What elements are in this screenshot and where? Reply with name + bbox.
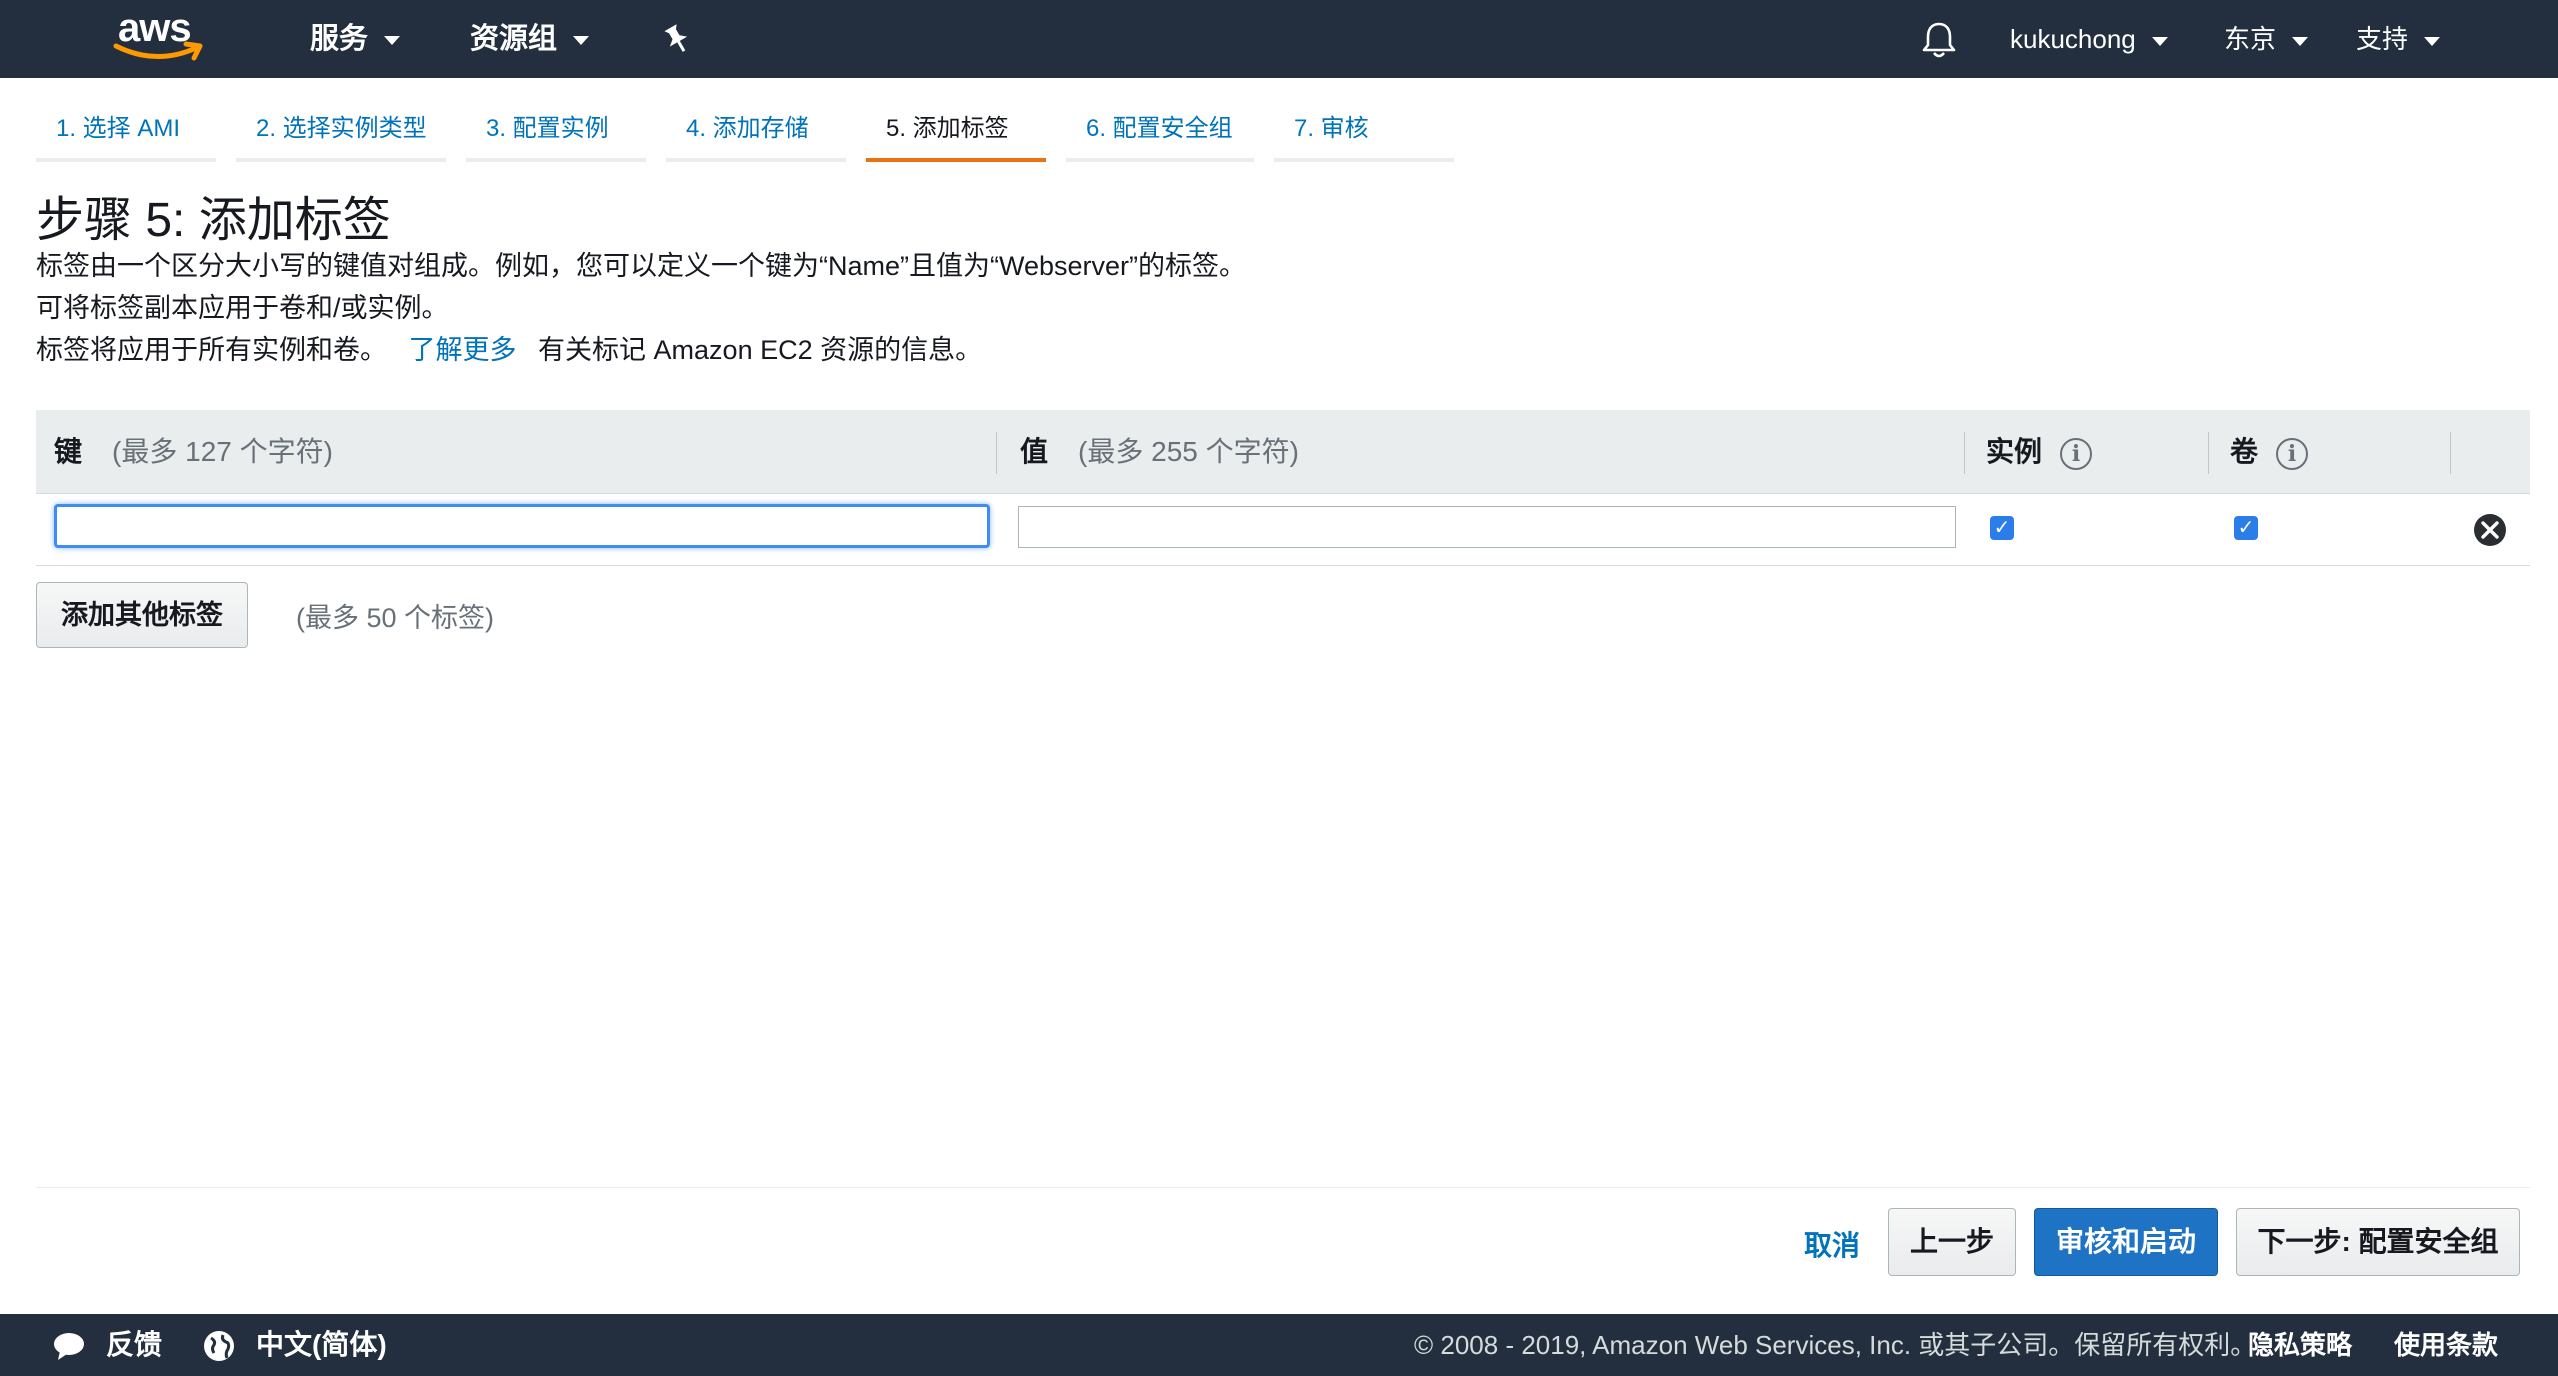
volume-header-label: 卷 xyxy=(2230,436,2259,467)
resource-groups-menu[interactable]: 资源组 xyxy=(470,18,590,60)
description-line-1: 标签由一个区分大小写的键值对组成。例如，您可以定义一个键为“Name”且值为“W… xyxy=(36,251,1247,281)
value-column-header: 值 (最多 255 个字符) xyxy=(1020,410,1299,494)
remove-tag-icon[interactable] xyxy=(2472,512,2508,548)
aws-logo[interactable]: aws xyxy=(112,6,208,66)
copyright-text: © 2008 - 2019, Amazon Web Services, Inc.… xyxy=(1414,1330,2257,1360)
feedback-link[interactable]: 反馈 xyxy=(106,1314,162,1376)
learn-more-link[interactable]: 了解更多 xyxy=(409,335,517,365)
actions-divider xyxy=(36,1187,2530,1188)
previous-button[interactable]: 上一步 xyxy=(1888,1208,2016,1276)
key-column-header: 键 (最多 127 个字符) xyxy=(54,410,333,494)
chat-bubble-icon[interactable] xyxy=(52,1329,86,1363)
description-line-3: 标签将应用于所有实例和卷。 了解更多 有关标记 Amazon EC2 资源的信息… xyxy=(36,328,982,367)
wizard-step-add-storage[interactable]: 4. 添加存储 xyxy=(666,96,846,162)
terms-of-use-link[interactable]: 使用条款 xyxy=(2394,1314,2498,1376)
globe-icon[interactable] xyxy=(202,1329,236,1363)
column-divider xyxy=(996,432,997,474)
chevron-down-icon xyxy=(384,35,401,45)
value-header-hint: (最多 255 个字符) xyxy=(1078,436,1299,467)
tag-table-header: 键 (最多 127 个字符) 值 (最多 255 个字符) 实例 i 卷i xyxy=(36,410,2530,494)
footer-bar: 反馈 中文(简体) © 2008 - 2019, Amazon Web Serv… xyxy=(0,1314,2558,1376)
wizard-step-configure-instance[interactable]: 3. 配置实例 xyxy=(466,96,646,162)
instance-header-label: 实例 xyxy=(1986,436,2043,467)
support-menu-label: 支持 xyxy=(2356,24,2409,54)
privacy-policy-link[interactable]: 隐私策略 xyxy=(2248,1314,2352,1376)
column-divider xyxy=(2208,432,2209,474)
chevron-down-icon xyxy=(573,35,590,45)
support-menu[interactable]: 支持 xyxy=(2356,18,2441,60)
add-tag-limit-hint: (最多 50 个标签) xyxy=(296,603,495,633)
instance-column-header: 实例 i xyxy=(1986,410,2093,494)
pin-icon[interactable] xyxy=(660,22,694,56)
info-icon[interactable]: i xyxy=(2276,437,2309,470)
column-divider xyxy=(2450,432,2451,474)
add-another-tag-button[interactable]: 添加其他标签 xyxy=(36,582,248,648)
tag-value-input[interactable] xyxy=(1018,506,1956,548)
services-menu[interactable]: 服务 xyxy=(310,18,401,60)
top-navigation-bar: aws 服务 资源组 kukuchong 东京 支持 xyxy=(0,0,2558,78)
description-line-2: 可将标签副本应用于卷和/或实例。 xyxy=(36,293,449,323)
language-selector[interactable]: 中文(简体) xyxy=(256,1314,387,1376)
page-title: 步骤 5: 添加标签 xyxy=(36,194,391,247)
resource-groups-menu-label: 资源组 xyxy=(470,23,558,55)
account-menu[interactable]: kukuchong xyxy=(2010,18,2168,60)
wizard-step-choose-ami[interactable]: 1. 选择 AMI xyxy=(36,96,216,162)
region-menu-label: 东京 xyxy=(2224,24,2277,54)
instance-checkbox[interactable]: ✓ xyxy=(1990,516,2014,540)
table-row: ✓ ✓ xyxy=(36,494,2530,566)
account-menu-label: kukuchong xyxy=(2010,24,2136,54)
region-menu[interactable]: 东京 xyxy=(2224,18,2309,60)
bell-icon[interactable] xyxy=(1920,20,1958,60)
wizard-step-add-tags[interactable]: 5. 添加标签 xyxy=(866,96,1046,162)
volume-checkbox[interactable]: ✓ xyxy=(2234,516,2258,540)
info-icon[interactable]: i xyxy=(2060,437,2093,470)
column-divider xyxy=(1964,432,1965,474)
wizard-step-instance-type[interactable]: 2. 选择实例类型 xyxy=(236,96,446,162)
key-header-label: 键 xyxy=(54,436,83,467)
next-configure-security-group-button[interactable]: 下一步: 配置安全组 xyxy=(2236,1208,2520,1276)
chevron-down-icon xyxy=(2292,36,2309,46)
tag-key-input[interactable] xyxy=(54,504,990,548)
key-header-hint: (最多 127 个字符) xyxy=(112,436,333,467)
services-menu-label: 服务 xyxy=(310,23,369,55)
wizard-step-security-group[interactable]: 6. 配置安全组 xyxy=(1066,96,1254,162)
value-header-label: 值 xyxy=(1020,436,1049,467)
chevron-down-icon xyxy=(2424,36,2441,46)
volume-column-header: 卷i xyxy=(2230,410,2309,494)
review-and-launch-button[interactable]: 审核和启动 xyxy=(2034,1208,2218,1276)
description-line-3-prefix: 标签将应用于所有实例和卷。 xyxy=(36,335,387,365)
wizard-step-review[interactable]: 7. 审核 xyxy=(1274,96,1454,162)
chevron-down-icon xyxy=(2151,36,2168,46)
description-line-3-suffix: 有关标记 Amazon EC2 资源的信息。 xyxy=(538,335,983,365)
cancel-link[interactable]: 取消 xyxy=(1804,1224,1860,1264)
aws-smile-icon xyxy=(113,41,203,61)
